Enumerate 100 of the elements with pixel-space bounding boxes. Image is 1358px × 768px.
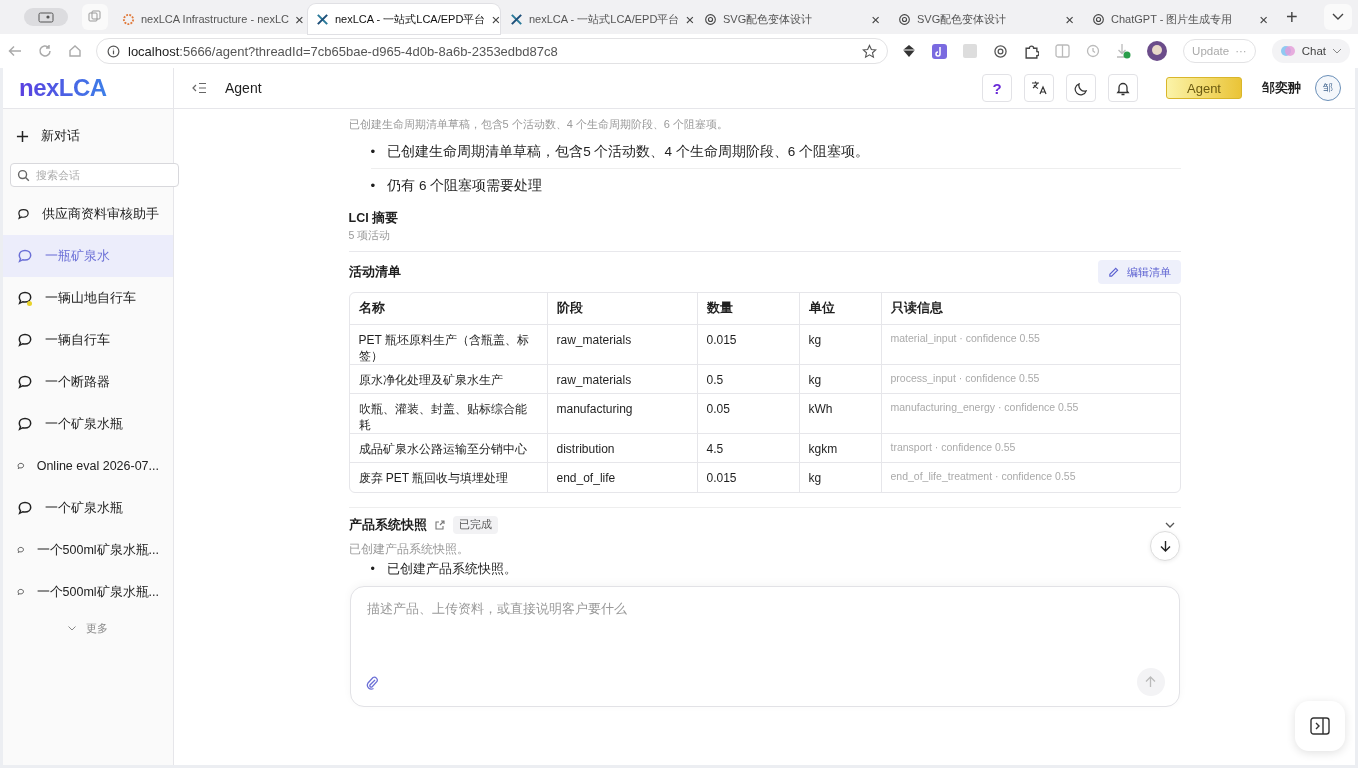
paperclip-icon[interactable] xyxy=(364,674,379,690)
bullet-mark: • xyxy=(370,177,376,195)
close-icon[interactable]: × xyxy=(1259,10,1268,28)
panel-toggle-button[interactable] xyxy=(1295,701,1345,751)
table-cell: kg xyxy=(799,463,882,492)
browser-tab[interactable]: SVG配色变体设计 × xyxy=(696,4,888,34)
close-icon[interactable]: × xyxy=(491,10,501,28)
table-cell: manufacturing xyxy=(547,394,698,434)
close-icon[interactable]: × xyxy=(1065,10,1074,28)
conversation-item[interactable]: 一个500ml矿泉水瓶... xyxy=(3,529,173,571)
tab-title: SVG配色变体设计 xyxy=(917,11,1008,27)
close-icon[interactable]: × xyxy=(685,10,695,28)
user-avatar[interactable]: 邹 xyxy=(1315,75,1341,101)
avatar-icon[interactable] xyxy=(1147,41,1168,61)
conversation-title: 一个矿泉水瓶 xyxy=(45,415,123,433)
chevron-down-icon[interactable] xyxy=(1164,522,1175,528)
browser-tab[interactable]: nexLCA Infrastructure - nexLC × xyxy=(114,4,306,34)
reload-icon[interactable] xyxy=(38,44,52,58)
translate-button[interactable] xyxy=(1024,74,1054,102)
table-cell: 0.015 xyxy=(697,463,800,492)
home-icon[interactable] xyxy=(68,44,82,58)
table-cell: 成品矿泉水公路运输至分销中心 xyxy=(349,434,548,463)
table-cell: raw_materials xyxy=(547,325,698,365)
address-bar[interactable]: localhost:5666/agent?threadId=7cb65bae-d965-4d0b-8a6b-2353edbd87c8 xyxy=(96,38,889,64)
arrow-up-icon xyxy=(1145,676,1156,688)
agent-button[interactable]: Agent xyxy=(1166,77,1242,99)
table-cell: 废弃 PET 瓶回收与填埋处理 xyxy=(349,463,548,492)
conversation-item[interactable]: 一瓶矿泉水 xyxy=(3,235,173,277)
search-field[interactable]: 搜索会话 xyxy=(10,163,179,187)
download-icon[interactable] xyxy=(1116,43,1132,59)
conversation-item[interactable]: Online eval 2026-07... xyxy=(3,445,173,487)
chat-bubble-icon xyxy=(17,248,33,264)
help-button[interactable]: ? xyxy=(982,74,1012,102)
puzzle-icon[interactable] xyxy=(1024,43,1040,59)
translate-icon xyxy=(1031,80,1047,96)
message-field[interactable]: 描述产品、上传资料，或直接说明客户要什么 xyxy=(349,586,1180,707)
browser-tab[interactable]: SVG配色变体设计 × xyxy=(890,4,1082,34)
page-title: Agent xyxy=(225,80,263,96)
scroll-down-button[interactable] xyxy=(1150,531,1180,561)
snapshot-description: 已创建产品系统快照。 xyxy=(348,542,469,557)
chat-bubble-icon xyxy=(17,290,33,306)
table-cell-text: end_of_life_treatment · confidence 0.55 xyxy=(889,469,1077,484)
chat-bubble-icon xyxy=(17,332,33,348)
table-cell: raw_materials xyxy=(547,365,698,394)
tab-title: ChatGPT - 图片生成专用 xyxy=(1111,11,1234,27)
chevron-down-icon xyxy=(1332,48,1342,54)
conversation-title: 一辆自行车 xyxy=(45,331,110,349)
conversation-item[interactable]: 一个断路器 xyxy=(3,361,173,403)
edit-list-button[interactable]: 编辑清单 xyxy=(1097,260,1181,284)
conversation-item[interactable]: 一个矿泉水瓶 xyxy=(3,403,173,445)
conversation-item[interactable]: 一个500ml矿泉水瓶... xyxy=(3,571,173,613)
theme-button[interactable] xyxy=(1066,74,1096,102)
tab-title: nexLCA - 一站式LCA/EPD平台 xyxy=(335,11,486,27)
chat-button[interactable]: Chat xyxy=(1271,39,1350,63)
conversation-item[interactable]: 一辆自行车 xyxy=(3,319,173,361)
table-cell: kg xyxy=(799,325,882,365)
new-tab-button[interactable]: + xyxy=(1280,4,1304,30)
tab-list-button[interactable] xyxy=(1324,4,1352,30)
column-header: 数量 xyxy=(697,293,800,325)
table-cell: manufacturing_energy · confidence 0.55 xyxy=(881,394,1180,434)
section-title: 活动清单 xyxy=(348,263,401,281)
note-square-icon[interactable] xyxy=(932,43,948,59)
tab-title: nexLCA Infrastructure - nexLC xyxy=(141,13,289,25)
bullet-text: 已创建产品系统快照。 xyxy=(386,561,517,578)
close-icon[interactable]: × xyxy=(294,10,304,28)
table-cell: process_input · confidence 0.55 xyxy=(881,365,1180,394)
search-icon xyxy=(17,169,30,182)
more-button[interactable]: 更多 xyxy=(3,613,173,643)
browser-tab[interactable]: nexLCA - 一站式LCA/EPD平台 × xyxy=(502,4,694,34)
conversation-title: 一瓶矿泉水 xyxy=(45,247,110,265)
new-chat-button[interactable]: 新对话 xyxy=(3,109,173,163)
diamond-icon[interactable] xyxy=(902,44,917,58)
browser-tab[interactable]: nexLCA - 一站式LCA/EPD平台 × xyxy=(308,4,500,34)
conversation-title: 一个500ml矿泉水瓶... xyxy=(36,583,159,601)
section-title: 产品系统快照 xyxy=(348,516,427,534)
external-link-icon[interactable] xyxy=(434,520,445,530)
status-badge: 已完成 xyxy=(452,516,498,534)
conversation-title: Online eval 2026-07... xyxy=(36,459,159,473)
bullet-mark: • xyxy=(370,143,376,161)
notification-button[interactable] xyxy=(1108,74,1138,102)
section-title: LCI 摘要 xyxy=(348,210,400,227)
conversation-item[interactable]: 供应商资料审核助手 xyxy=(3,193,173,235)
conversation-item[interactable]: 一个矿泉水瓶 xyxy=(3,487,173,529)
table-cell: 4.5 xyxy=(697,434,800,463)
conversation-item[interactable]: 一辆山地自行车 xyxy=(3,277,173,319)
sparkle-logo-icon xyxy=(1279,43,1296,59)
x-logo-icon xyxy=(316,12,329,26)
close-icon[interactable]: × xyxy=(871,10,880,28)
bell-icon xyxy=(1116,80,1130,96)
browser-tab[interactable]: ChatGPT - 图片生成专用 × xyxy=(1084,4,1276,34)
chevron-down-icon xyxy=(1332,13,1344,21)
chat-bubble-icon xyxy=(17,416,33,432)
collapse-sidebar-icon[interactable] xyxy=(192,82,207,94)
star-icon[interactable] xyxy=(862,43,878,59)
x-logo-icon xyxy=(510,12,523,26)
table-cell: 0.015 xyxy=(697,325,800,365)
profile-button[interactable] xyxy=(24,8,68,26)
column-header: 只读信息 xyxy=(881,293,1180,325)
url-text: localhost:5666/agent?threadId=7cb65bae-d965-4d0b-8a6b-2353edbd87c8 xyxy=(128,43,559,59)
table-cell: 0.05 xyxy=(697,394,800,434)
